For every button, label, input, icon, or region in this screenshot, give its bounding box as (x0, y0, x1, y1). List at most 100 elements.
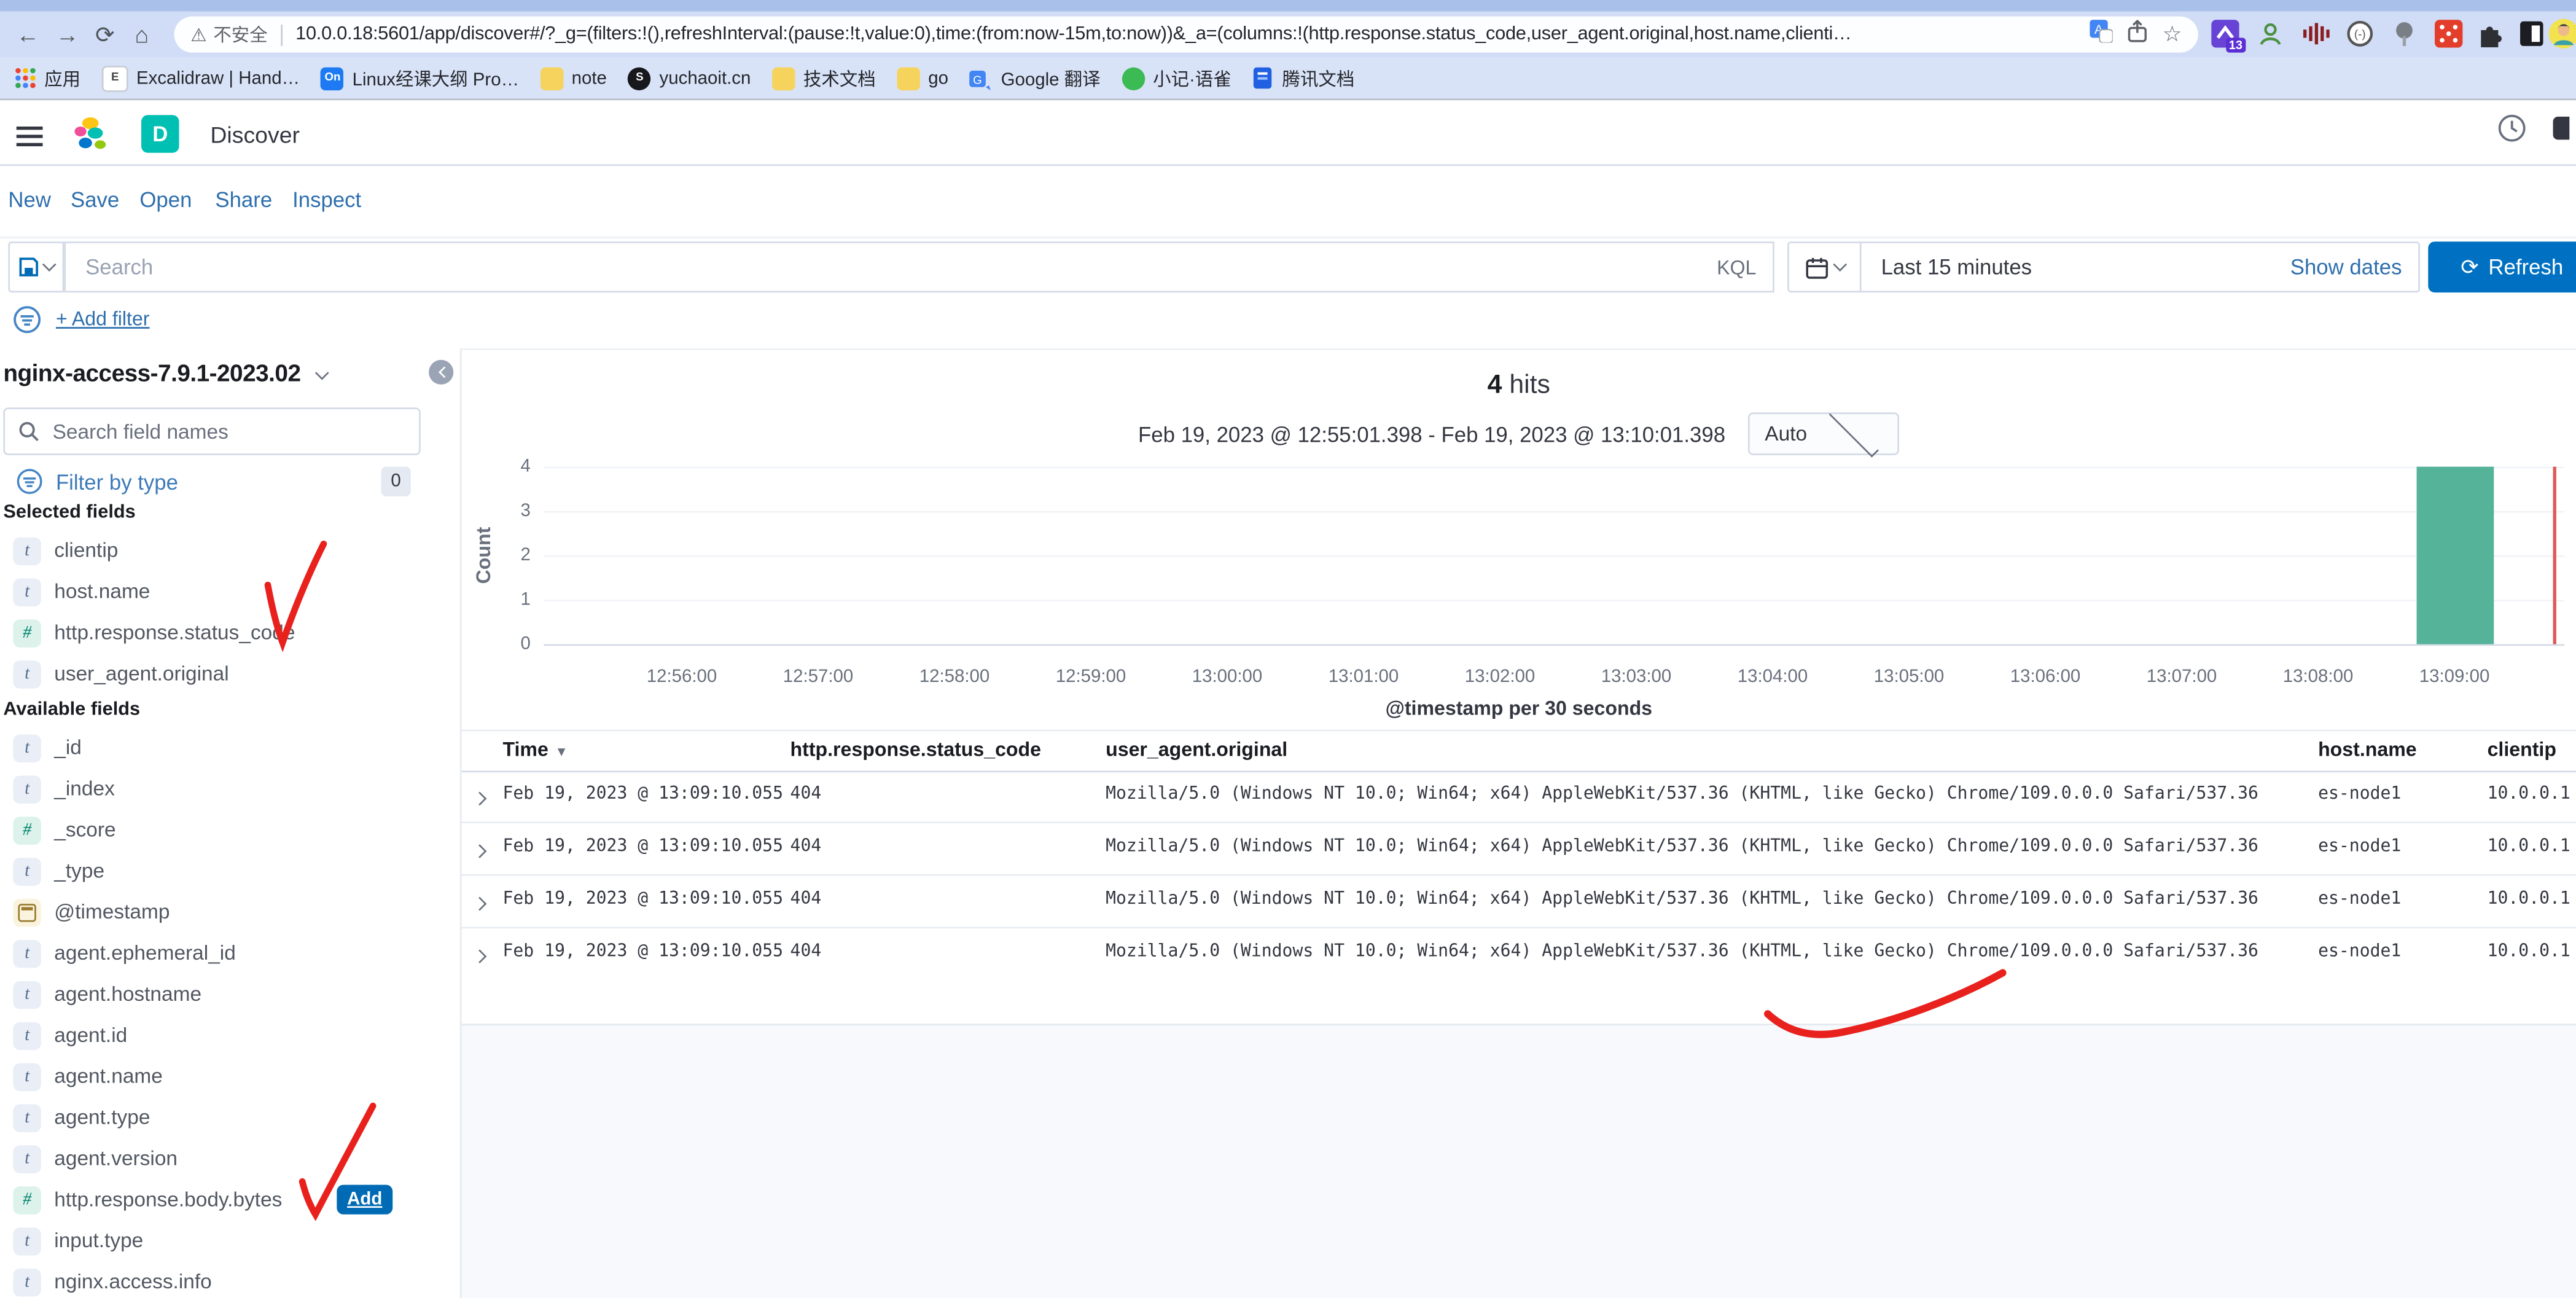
reload-icon[interactable]: ⟳ (95, 22, 114, 49)
add-field-button[interactable]: Add (337, 1184, 392, 1214)
histogram-plot[interactable] (544, 467, 2564, 646)
url-text[interactable]: 10.0.0.18:5601/app/discover#/?_g=(filter… (295, 25, 2077, 44)
extension-tampermonkey-icon[interactable]: 13 (2211, 20, 2239, 47)
time-range-value[interactable]: Last 15 minutes (1881, 255, 2032, 280)
interval-select[interactable]: Auto (1749, 412, 1900, 455)
expand-row-icon[interactable] (475, 947, 485, 966)
home-icon[interactable]: ⌂ (135, 22, 149, 48)
extension-pin-icon[interactable] (2391, 20, 2418, 47)
kql-label[interactable]: KQL (1717, 256, 1756, 278)
nav-inspect[interactable]: Inspect (292, 187, 361, 212)
expand-row-icon[interactable] (475, 841, 485, 861)
field-item[interactable]: # _score (13, 812, 417, 848)
cell-host: es-node1 (2318, 889, 2401, 909)
quick-select-button[interactable] (1789, 243, 1862, 291)
nav-share[interactable]: Share (215, 187, 272, 212)
field-name: agent.ephemeral_id (54, 942, 236, 965)
field-search-box[interactable] (3, 407, 420, 455)
date-picker: Last 15 minutes Show dates (1787, 241, 2420, 292)
selected-fields-heading: Selected fields (3, 503, 135, 522)
column-clientip[interactable]: clientip (2488, 738, 2556, 761)
nav-open[interactable]: Open (139, 187, 192, 212)
x-tick: 13:06:00 (1992, 667, 2098, 687)
expand-row-icon[interactable] (475, 894, 485, 914)
bookmark-star-icon[interactable]: ☆ (2163, 22, 2182, 48)
field-item[interactable]: t agent.hostname (13, 976, 417, 1012)
bookmark-tencent-docs[interactable]: 腾讯文档 (1252, 65, 1354, 92)
back-icon[interactable]: ← (17, 22, 39, 48)
field-item[interactable]: t agent.ephemeral_id (13, 935, 417, 971)
field-item[interactable]: t agent.version (13, 1140, 417, 1177)
histogram-bar[interactable] (2417, 467, 2494, 644)
share-icon[interactable] (2126, 19, 2149, 50)
search-box[interactable]: KQL (64, 241, 1774, 292)
column-status-code[interactable]: http.response.status_code (790, 738, 1041, 761)
calendar-icon (1805, 256, 1827, 278)
menu-hamburger-icon[interactable] (17, 122, 43, 151)
security-label[interactable]: 不安全 (213, 22, 267, 48)
field-item-user-agent[interactable]: t user_agent.original (13, 656, 417, 692)
bookmark-note[interactable]: note (541, 66, 607, 89)
extension-sidebar-icon[interactable] (2518, 20, 2546, 47)
nav-new[interactable]: New (8, 187, 51, 212)
field-item-clientip[interactable]: t clientip (13, 533, 417, 569)
extensions-puzzle-icon[interactable] (2476, 20, 2504, 47)
table-row[interactable]: Feb 19, 2023 @ 13:09:10.055 404 Mozilla/… (462, 769, 2576, 823)
extension-waveform-icon[interactable] (2301, 20, 2329, 47)
url-bar[interactable]: ⚠ 不安全 10.0.0.18:5601/app/discover#/?_g=(… (174, 17, 2198, 53)
field-search-input[interactable] (49, 418, 405, 445)
translate-icon[interactable]: A (2090, 19, 2113, 50)
add-filter-button[interactable]: + Add filter (56, 307, 150, 330)
saved-query-button[interactable] (8, 241, 64, 292)
bookmark-yuchaoit[interactable]: S yuchaoit.cn (628, 66, 751, 89)
elastic-logo[interactable] (72, 115, 112, 163)
field-item[interactable]: t agent.type (13, 1099, 417, 1135)
bookmark-tech-docs[interactable]: 技术文档 (772, 65, 876, 92)
field-item[interactable]: t agent.name (13, 1059, 417, 1095)
browser-avatar[interactable] (2548, 18, 2576, 45)
column-user-agent[interactable]: user_agent.original (1106, 738, 1287, 761)
field-item-timestamp[interactable]: @timestamp (13, 894, 417, 930)
filter-by-type[interactable]: Filter by type 0 (17, 465, 411, 498)
field-item[interactable]: t input.type (13, 1223, 417, 1259)
cell-status: 404 (790, 836, 822, 856)
extension-person-icon[interactable] (2257, 20, 2285, 47)
bookmark-excalidraw[interactable]: E Excalidraw | Hand… (102, 65, 300, 92)
collapse-sidebar-button[interactable] (429, 360, 453, 385)
expand-row-icon[interactable] (475, 789, 485, 809)
column-time[interactable]: Time▼ (502, 738, 568, 761)
bookmark-yuque[interactable]: 小记·语雀 (1122, 65, 1231, 92)
bookmark-linux-course[interactable]: On Linux经课大纲 Pro… (321, 65, 519, 92)
extension-circle-icon[interactable]: (-) (2346, 20, 2374, 47)
extension-dice-icon[interactable] (2435, 20, 2462, 47)
forward-icon[interactable]: → (56, 22, 79, 48)
header-status-icon[interactable] (2497, 114, 2527, 143)
refresh-icon: ⟳ (2461, 254, 2478, 280)
chart-header: Feb 19, 2023 @ 12:55:01.398 - Feb 19, 20… (462, 412, 2576, 455)
field-item[interactable]: t _type (13, 853, 417, 889)
index-pattern-switcher[interactable]: nginx-access-7.9.1-2023.02 (3, 361, 327, 388)
bookmark-apps[interactable]: 应用 (15, 65, 80, 92)
table-row[interactable]: Feb 19, 2023 @ 13:09:10.055 404 Mozilla/… (462, 927, 2576, 980)
show-dates-button[interactable]: Show dates (2290, 255, 2402, 280)
table-row[interactable]: Feb 19, 2023 @ 13:09:10.055 404 Mozilla/… (462, 821, 2576, 875)
bookmark-go[interactable]: go (897, 66, 948, 89)
field-item[interactable]: t agent.id (13, 1017, 417, 1054)
y-tick: 1 (482, 590, 531, 609)
field-item-status-code[interactable]: # http.response.status_code (13, 614, 417, 651)
cell-time: Feb 19, 2023 @ 13:09:10.055 (502, 889, 783, 909)
column-host-name[interactable]: host.name (2318, 738, 2417, 761)
filter-icon[interactable] (13, 305, 41, 332)
field-item[interactable]: t _index (13, 770, 417, 807)
nav-save[interactable]: Save (71, 187, 119, 212)
table-row[interactable]: Feb 19, 2023 @ 13:09:10.055 404 Mozilla/… (462, 874, 2576, 928)
field-item[interactable]: t nginx.access.info (13, 1264, 417, 1300)
header-partial-icon[interactable] (2547, 114, 2569, 143)
yuchaoit-icon: S (628, 66, 651, 89)
refresh-button[interactable]: ⟳ Refresh (2428, 241, 2576, 292)
search-input[interactable] (82, 253, 1704, 281)
field-item-host-name[interactable]: t host.name (13, 573, 417, 609)
field-item[interactable]: t _id (13, 730, 417, 766)
cell-user-agent: Mozilla/5.0 (Windows NT 10.0; Win64; x64… (1106, 836, 2258, 856)
bookmark-google-translate[interactable]: G Google 翻译 (970, 65, 1101, 92)
